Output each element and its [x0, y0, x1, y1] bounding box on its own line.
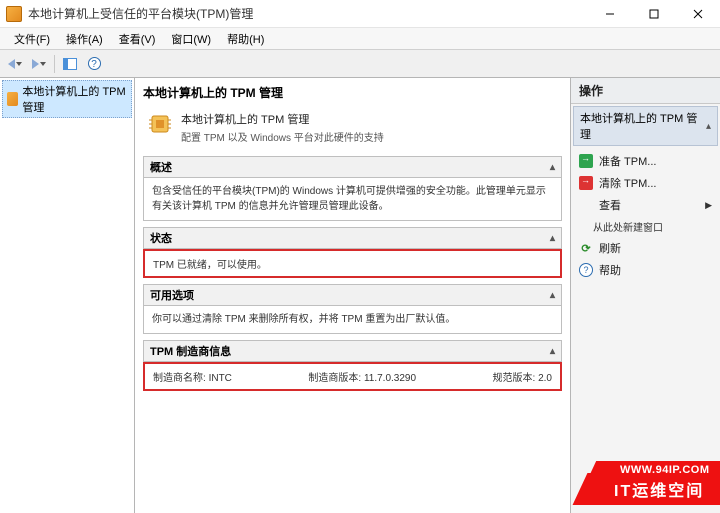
action-refresh[interactable]: ⟳ 刷新 — [575, 237, 716, 259]
collapse-icon: ▴ — [550, 346, 555, 357]
actions-group-header[interactable]: 本地计算机上的 TPM 管理 ▴ — [573, 106, 718, 146]
action-help-label: 帮助 — [599, 262, 621, 278]
help-icon: ? — [579, 263, 593, 277]
status-text: TPM 已就绪，可以使用。 — [153, 260, 267, 271]
dropdown-icon — [40, 62, 46, 66]
action-clear-label: 清除 TPM... — [599, 175, 656, 191]
dropdown-icon — [16, 62, 22, 66]
collapse-icon: ▴ — [706, 121, 711, 132]
section-overview-header[interactable]: 概述 ▴ — [143, 156, 562, 178]
status-highlight-box: TPM 已就绪，可以使用。 — [143, 249, 562, 278]
close-button[interactable] — [676, 0, 720, 28]
tree-root-label: 本地计算机上的 TPM 管理 — [22, 83, 127, 115]
actions-group-title: 本地计算机上的 TPM 管理 — [580, 110, 706, 142]
action-new-window-label: 从此处新建窗口 — [593, 219, 663, 234]
action-new-window[interactable]: 从此处新建窗口 — [575, 216, 716, 237]
submenu-arrow-icon: ▶ — [705, 200, 712, 211]
collapse-icon: ▴ — [550, 290, 555, 301]
action-refresh-label: 刷新 — [599, 240, 621, 256]
action-help[interactable]: ? 帮助 — [575, 259, 716, 281]
maker-ver-value: 11.7.0.3290 — [364, 373, 416, 384]
menu-action[interactable]: 操作(A) — [58, 29, 111, 49]
section-status-title: 状态 — [150, 230, 172, 246]
action-prepare-label: 准备 TPM... — [599, 153, 656, 169]
forward-button[interactable] — [28, 53, 50, 75]
clear-icon — [579, 176, 593, 190]
menu-window[interactable]: 窗口(W) — [163, 29, 219, 49]
maker-name-label: 制造商名称: — [153, 373, 206, 384]
collapse-icon: ▴ — [550, 162, 555, 173]
actions-pane-title: 操作 — [571, 78, 720, 104]
collapse-icon: ▴ — [550, 233, 555, 244]
menu-file[interactable]: 文件(F) — [6, 29, 58, 49]
menu-help[interactable]: 帮助(H) — [219, 29, 272, 49]
intro-line2: 配置 TPM 以及 Windows 平台对此硬件的支持 — [181, 129, 384, 144]
help-toolbar-button[interactable]: ? — [83, 53, 105, 75]
arrow-right-icon — [32, 59, 39, 69]
section-options-title: 可用选项 — [150, 287, 194, 303]
section-options-header[interactable]: 可用选项 ▴ — [143, 284, 562, 306]
window-title: 本地计算机上受信任的平台模块(TPM)管理 — [28, 5, 588, 22]
prepare-icon — [579, 154, 593, 168]
tree-root-tpm[interactable]: 本地计算机上的 TPM 管理 — [2, 80, 132, 118]
tree-pane: 本地计算机上的 TPM 管理 — [0, 78, 135, 513]
toolbar-separator — [54, 55, 55, 73]
content-heading: 本地计算机上的 TPM 管理 — [143, 84, 564, 101]
tpm-icon — [7, 92, 18, 106]
back-button[interactable] — [4, 53, 26, 75]
actions-pane: 操作 本地计算机上的 TPM 管理 ▴ 准备 TPM... 清除 TPM... … — [570, 78, 720, 513]
toolbar: ? — [0, 50, 720, 78]
arrow-left-icon — [8, 59, 15, 69]
pane-icon — [63, 58, 77, 70]
tpm-chip-icon — [147, 111, 173, 137]
content-pane: 本地计算机上的 TPM 管理 本地计算机上的 TPM 管理 配置 TPM 以及 … — [135, 78, 570, 513]
refresh-icon: ⟳ — [579, 241, 593, 255]
action-clear-tpm[interactable]: 清除 TPM... — [575, 172, 716, 194]
app-icon — [6, 6, 22, 22]
section-overview-title: 概述 — [150, 159, 172, 175]
menu-view[interactable]: 查看(V) — [111, 29, 164, 49]
action-view[interactable]: 查看 ▶ — [575, 194, 716, 216]
maker-spec-value: 2.0 — [538, 373, 552, 384]
maker-name-value: INTC — [209, 373, 232, 384]
blank-icon — [579, 198, 593, 212]
action-prepare-tpm[interactable]: 准备 TPM... — [575, 150, 716, 172]
maker-ver-label: 制造商版本: — [308, 373, 361, 384]
menu-bar: 文件(F) 操作(A) 查看(V) 窗口(W) 帮助(H) — [0, 28, 720, 50]
section-options-body: 你可以通过清除 TPM 来删除所有权，并将 TPM 重置为出厂默认值。 — [143, 306, 562, 334]
minimize-button[interactable] — [588, 0, 632, 28]
section-maker-title: TPM 制造商信息 — [150, 343, 231, 359]
intro-line1: 本地计算机上的 TPM 管理 — [181, 111, 384, 127]
section-status-header[interactable]: 状态 ▴ — [143, 227, 562, 249]
section-overview-body: 包含受信任的平台模块(TPM)的 Windows 计算机可提供增强的安全功能。此… — [143, 178, 562, 221]
maker-highlight-box: 制造商名称: INTC 制造商版本: 11.7.0.3290 规范版本: 2.0 — [143, 362, 562, 391]
help-icon: ? — [88, 57, 101, 70]
section-maker-header[interactable]: TPM 制造商信息 ▴ — [143, 340, 562, 362]
maker-spec-label: 规范版本: — [493, 373, 536, 384]
maximize-button[interactable] — [632, 0, 676, 28]
show-hide-tree-button[interactable] — [59, 53, 81, 75]
action-view-label: 查看 — [599, 197, 621, 213]
